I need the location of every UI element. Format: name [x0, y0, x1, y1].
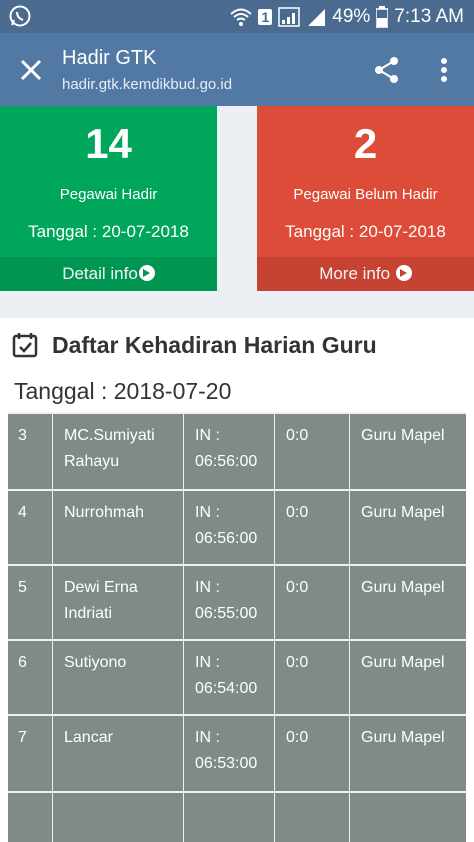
cell-in: IN : 06:56:00 — [184, 491, 275, 566]
table-row: 5 Dewi Erna Indriati IN : 06:55:00 0:0 G… — [8, 566, 466, 641]
table-row: 4 Nurrohmah IN : 06:56:00 0:0 Guru Mapel — [8, 491, 466, 566]
cell-late: 0:0 — [275, 716, 350, 791]
cell-no — [8, 793, 53, 842]
cell-role: Guru Mapel — [361, 729, 445, 746]
cell-name: Dewi Erna Indriati — [53, 566, 184, 641]
wifi-icon — [230, 7, 253, 27]
cell-in: IN : 06:56:00 — [184, 414, 275, 489]
table-row: 6 Sutiyono IN : 06:54:00 0:0 Guru Mapel — [8, 641, 466, 716]
more-vert-icon — [441, 58, 447, 82]
battery-percent: 49% — [332, 5, 371, 27]
cell-in — [184, 793, 275, 842]
table-row: 7 Lancar IN : 06:53:00 0:0 Guru Mapel — [8, 716, 466, 791]
close-button[interactable] — [18, 57, 44, 83]
cell-late: 0:0 — [275, 566, 350, 641]
panel-date: Tanggal : 2018-07-20 — [14, 378, 232, 404]
cell-role: Guru Mapel — [361, 504, 445, 521]
share-button[interactable] — [372, 55, 402, 85]
table-row-partial — [8, 793, 466, 842]
signal-icon-2 — [306, 7, 326, 27]
close-icon — [20, 59, 42, 81]
cell-name: MC.Sumiyati Rahayu — [53, 414, 184, 489]
arrow-circle-right-icon — [138, 265, 155, 281]
table-row: 3 MC.Sumiyati Rahayu IN : 06:56:00 0:0 G… — [8, 414, 466, 489]
present-label: Pegawai Hadir — [59, 186, 158, 203]
cell-no: 6 — [8, 641, 53, 716]
cell-role: Guru Mapel — [361, 579, 445, 596]
app-title: Hadir GTK — [62, 47, 157, 69]
more-info-link[interactable]: More info — [257, 257, 474, 291]
arrow-circle-right-icon — [395, 265, 412, 281]
cell-no: 4 — [8, 491, 53, 566]
cell-role — [350, 793, 466, 842]
status-bar: 1 49% 7:13 AM — [0, 0, 474, 33]
app-bar: Hadir GTK hadir.gtk.kemdikbud.go.id — [0, 33, 474, 106]
absent-count: 2 — [353, 120, 378, 167]
absent-date: Tanggal : 20-07-2018 — [285, 222, 446, 241]
cell-no: 5 — [8, 566, 53, 641]
cell-late: 0:0 — [275, 641, 350, 716]
more-info-label: More info — [319, 264, 391, 283]
whatsapp-icon — [8, 4, 32, 33]
cell-late: 0:0 — [275, 414, 350, 489]
battery-icon — [376, 5, 389, 28]
cell-name: Nurrohmah — [53, 491, 184, 566]
attendance-panel: Daftar Kehadiran Harian Guru Tanggal : 2… — [0, 318, 474, 842]
absent-stat-box: 2 Pegawai Belum Hadir Tanggal : 20-07-20… — [257, 106, 474, 291]
share-icon — [375, 57, 398, 83]
cell-no: 7 — [8, 716, 53, 791]
clock: 7:13 AM — [394, 5, 464, 27]
app-url: hadir.gtk.kemdikbud.go.id — [62, 76, 233, 93]
cell-no: 3 — [8, 414, 53, 489]
overflow-menu-button[interactable] — [432, 55, 456, 85]
sim-badge: 1 — [258, 8, 273, 25]
cell-in: IN : 06:55:00 — [184, 566, 275, 641]
signal-icon — [278, 6, 300, 27]
cell-in: IN : 06:53:00 — [184, 716, 275, 791]
present-count: 14 — [85, 120, 132, 167]
cell-name: Lancar — [53, 716, 184, 791]
cell-late — [275, 793, 350, 842]
attendance-table: 3 MC.Sumiyati Rahayu IN : 06:56:00 0:0 G… — [8, 412, 466, 842]
absent-label: Pegawai Belum Hadir — [293, 186, 438, 203]
cell-role: Guru Mapel — [361, 427, 445, 444]
cell-name — [53, 793, 184, 842]
cell-late: 0:0 — [275, 491, 350, 566]
cell-name: Sutiyono — [53, 641, 184, 716]
present-date: Tanggal : 20-07-2018 — [28, 222, 189, 241]
cell-role: Guru Mapel — [361, 654, 445, 671]
detail-info-link[interactable]: Detail info — [0, 257, 217, 291]
present-stat-box: 14 Pegawai Hadir Tanggal : 20-07-2018 De… — [0, 106, 217, 291]
cell-in: IN : 06:54:00 — [184, 641, 275, 716]
panel-title: Daftar Kehadiran Harian Guru — [52, 332, 377, 358]
calendar-check-icon — [12, 332, 38, 358]
detail-info-label: Detail info — [62, 264, 138, 283]
